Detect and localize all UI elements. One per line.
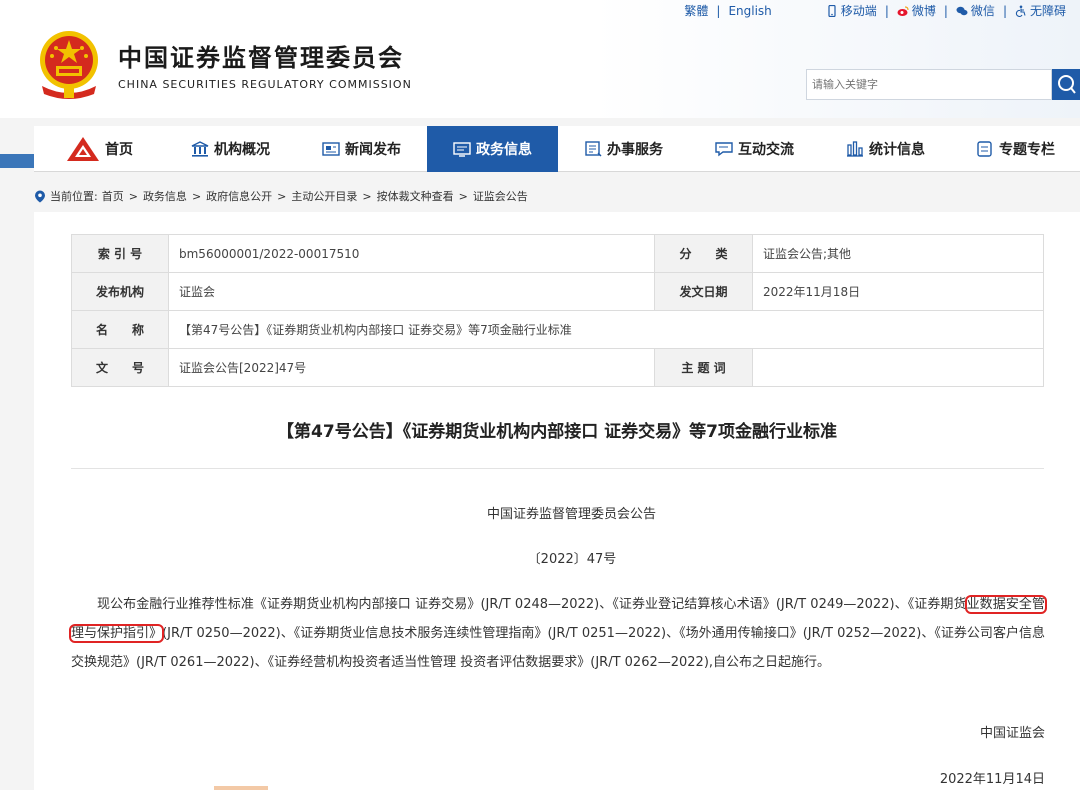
search-icon xyxy=(1058,75,1076,94)
search-input[interactable] xyxy=(807,70,1051,99)
english-link[interactable]: English xyxy=(728,4,771,18)
publisher-value: 证监会 xyxy=(168,272,655,311)
index-label: 索 引 号 xyxy=(71,234,169,273)
news-icon xyxy=(322,142,340,156)
mobile-phone-icon xyxy=(828,4,836,17)
mobile-link[interactable]: 移动端 xyxy=(826,2,877,19)
docno-label: 文 号 xyxy=(71,348,169,387)
nav-org-overview[interactable]: 机构概况 xyxy=(165,126,296,172)
document-number: 〔2022〕47号 xyxy=(527,552,617,567)
date-value: 2022年11月18日 xyxy=(752,272,1044,311)
nav-topics[interactable]: 专题专栏 xyxy=(951,126,1080,172)
breadcrumb-separator: > xyxy=(458,189,468,203)
nav-services[interactable]: 办事服务 xyxy=(558,126,689,172)
nav-news[interactable]: 新闻发布 xyxy=(296,126,427,172)
document-metadata-table: 索 引 号 bm56000001/2022-00017510 分 类 证监会公告… xyxy=(71,234,1044,387)
accessibility-icon xyxy=(1015,5,1026,17)
breadcrumb-csrc-announcement[interactable]: 证监会公告 xyxy=(473,188,528,204)
nav-topics-label: 专题专栏 xyxy=(999,142,1055,158)
announcer: 中国证券监督管理委员会公告 xyxy=(486,507,656,522)
traditional-chinese-link[interactable]: 繁體 xyxy=(684,2,708,19)
article-card: 索 引 号 bm56000001/2022-00017510 分 类 证监会公告… xyxy=(34,212,1080,790)
category-label: 分 类 xyxy=(654,234,753,273)
subject-label: 主 题 词 xyxy=(654,348,753,387)
nav-gov-info[interactable]: 政务信息 xyxy=(427,126,558,172)
breadcrumb-by-genre[interactable]: 按体裁文种查看 xyxy=(377,188,454,204)
nav-interaction-label: 互动交流 xyxy=(738,142,794,158)
breadcrumb-prefix: 当前位置: xyxy=(50,190,98,203)
nav-interaction[interactable]: 互动交流 xyxy=(689,126,820,172)
chat-icon xyxy=(715,142,733,157)
mobile-link-label: 移动端 xyxy=(840,4,877,18)
breadcrumb-separator: > xyxy=(191,189,202,203)
nav-home[interactable]: 首页 xyxy=(34,126,165,172)
breadcrumb-separator: > xyxy=(277,189,287,203)
table-row: 文 号 证监会公告[2022]47号 主 题 词 xyxy=(71,348,1044,387)
name-value: 【第47号公告】《证券期货业机构内部接口 证券交易》等7项金融行业标准 xyxy=(168,310,1044,349)
topic-icon xyxy=(977,141,992,157)
weibo-link[interactable]: 微博 xyxy=(897,2,936,19)
nav-gov-info-label: 政务信息 xyxy=(476,142,532,158)
title-divider xyxy=(71,468,1044,469)
csrc-logo-icon xyxy=(67,137,99,161)
breadcrumb-separator: > xyxy=(362,189,372,203)
body-text-after: (JR/T 0250—2022)、《证券期货业信息技术服务连续性管理指南》(JR… xyxy=(71,626,1045,670)
signer: 中国证监会 xyxy=(979,726,1045,741)
subject-value xyxy=(752,348,1044,387)
nav-left-strip xyxy=(0,154,34,168)
breadcrumb-gov-disclosure[interactable]: 政府信息公开 xyxy=(206,188,272,204)
site-subtitle: CHINA SECURITIES REGULATORY COMMISSION xyxy=(118,78,412,91)
wechat-link[interactable]: 微信 xyxy=(956,2,995,19)
site-header: 中国证券监督管理委员会 CHINA SECURITIES REGULATORY … xyxy=(0,0,1080,118)
search-box xyxy=(806,69,1052,100)
wechat-icon xyxy=(956,6,968,15)
divider: | xyxy=(716,3,721,18)
name-label: 名 称 xyxy=(71,310,169,349)
table-row: 索 引 号 bm56000001/2022-00017510 分 类 证监会公告… xyxy=(71,234,1044,273)
nav-org-overview-label: 机构概况 xyxy=(214,142,270,158)
breadcrumb: 当前位置: 首页 > 政务信息 > 政府信息公开 > 主动公开目录 > 按体裁文… xyxy=(34,188,528,204)
accessibility-link-label: 无障碍 xyxy=(1029,4,1066,18)
weibo-link-label: 微博 xyxy=(911,4,936,18)
docno-value: 证监会公告[2022]47号 xyxy=(168,348,655,387)
sign-date: 2022年11月14日 xyxy=(939,772,1045,787)
main-nav: 首页 机构概况 新闻发布 政务信息 办事服务 互动交流 统计信息 专题专栏 xyxy=(34,126,1080,172)
table-row: 名 称 【第47号公告】《证券期货业机构内部接口 证券交易》等7项金融行业标准 xyxy=(71,310,1044,349)
site-title: 中国证券监督管理委员会 xyxy=(118,44,404,72)
divider: | xyxy=(943,3,948,18)
index-value: bm56000001/2022-00017510 xyxy=(168,234,655,273)
document-body: 现公布金融行业推荐性标准《证券期货业机构内部接口 证券交易》(JR/T 0248… xyxy=(69,590,1047,677)
breadcrumb-disclosure-catalog[interactable]: 主动公开目录 xyxy=(291,188,357,204)
nav-home-label: 首页 xyxy=(105,142,133,158)
table-row: 发布机构 证监会 发文日期 2022年11月18日 xyxy=(71,272,1044,311)
gov-info-icon xyxy=(453,142,471,157)
service-icon xyxy=(585,141,602,157)
nav-services-label: 办事服务 xyxy=(607,142,663,158)
accessibility-link[interactable]: 无障碍 xyxy=(1015,2,1066,19)
date-label: 发文日期 xyxy=(654,272,753,311)
breadcrumb-separator: > xyxy=(128,189,138,203)
divider: | xyxy=(884,3,889,18)
nav-news-label: 新闻发布 xyxy=(345,142,401,158)
divider: | xyxy=(1002,3,1007,18)
breadcrumb-gov-info[interactable]: 政务信息 xyxy=(143,188,187,204)
top-links: 繁體 | English 移动端 | 微博 | 微信 | 无障碍 xyxy=(684,2,1066,19)
location-pin-icon xyxy=(35,190,45,202)
bar-chart-icon xyxy=(847,141,863,157)
document-title: 【第47号公告】《证券期货业机构内部接口 证券交易》等7项金融行业标准 xyxy=(277,422,837,442)
national-emblem-icon[interactable] xyxy=(36,28,102,100)
building-icon xyxy=(191,141,209,157)
search-button[interactable] xyxy=(1052,69,1080,100)
publisher-label: 发布机构 xyxy=(71,272,169,311)
bottom-edge-tab xyxy=(214,786,268,790)
nav-statistics-label: 统计信息 xyxy=(869,142,925,158)
weibo-icon xyxy=(897,5,909,16)
body-text-before: 现公布金融行业推荐性标准《证券期货业机构内部接口 证券交易》(JR/T 0248… xyxy=(97,597,967,612)
breadcrumb-home[interactable]: 首页 xyxy=(102,188,124,204)
wechat-link-label: 微信 xyxy=(970,4,995,18)
category-value: 证监会公告;其他 xyxy=(752,234,1044,273)
nav-statistics[interactable]: 统计信息 xyxy=(820,126,951,172)
